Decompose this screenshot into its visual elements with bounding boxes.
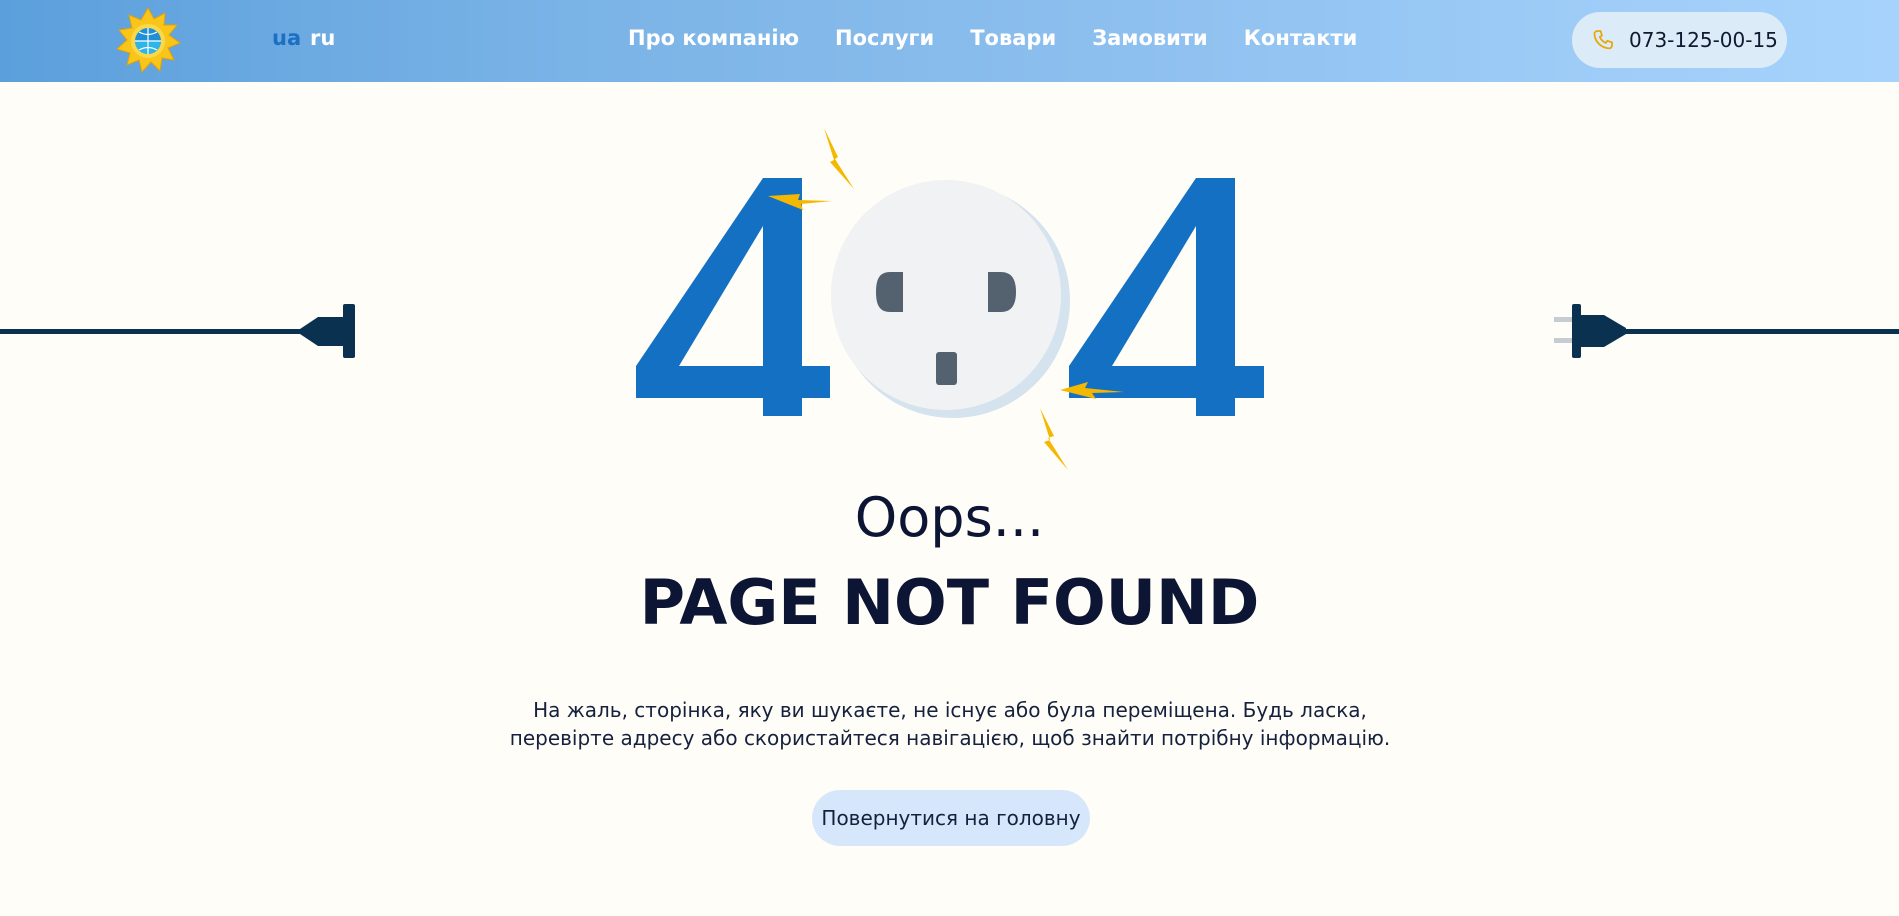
phone-icon: [1589, 26, 1617, 54]
back-home-button[interactable]: Повернутися на головну: [812, 790, 1090, 846]
plug-left-icon: [0, 304, 355, 358]
page-title: PAGE NOT FOUND: [639, 566, 1260, 639]
oops-heading: Oops...: [854, 486, 1045, 549]
nav-item-services[interactable]: Послуги: [835, 26, 934, 50]
main-nav: Про компанію Послуги Товари Замовити Кон…: [628, 26, 1357, 50]
description-line: На жаль, сторінка, яку ви шукаєте, не іс…: [533, 698, 1367, 722]
page: ua ru Про компанію Послуги Товари Замови…: [0, 0, 1899, 916]
digit-four-left: [636, 178, 830, 416]
lang-ua-link[interactable]: ua: [272, 26, 301, 50]
plug-right-icon: [1554, 304, 1899, 358]
digit-four-right: [1069, 178, 1264, 416]
phone-number: 073-125-00-15: [1629, 28, 1778, 52]
error-404-illustration: [0, 82, 1899, 482]
lang-ru-link[interactable]: ru: [310, 26, 335, 50]
error-description: На жаль, сторінка, яку ви шукаєте, не іс…: [450, 696, 1450, 752]
nav-item-about[interactable]: Про компанію: [628, 26, 799, 50]
phone-button[interactable]: 073-125-00-15: [1572, 12, 1787, 68]
nav-item-products[interactable]: Товари: [970, 26, 1056, 50]
site-header: ua ru Про компанію Послуги Товари Замови…: [0, 0, 1899, 82]
nav-item-contacts[interactable]: Контакти: [1244, 26, 1358, 50]
description-line: перевірте адресу або скористайтеся навіг…: [509, 726, 1391, 750]
sun-globe-logo[interactable]: [113, 6, 183, 76]
power-socket-icon: [831, 180, 1070, 418]
nav-item-order[interactable]: Замовити: [1092, 26, 1208, 50]
